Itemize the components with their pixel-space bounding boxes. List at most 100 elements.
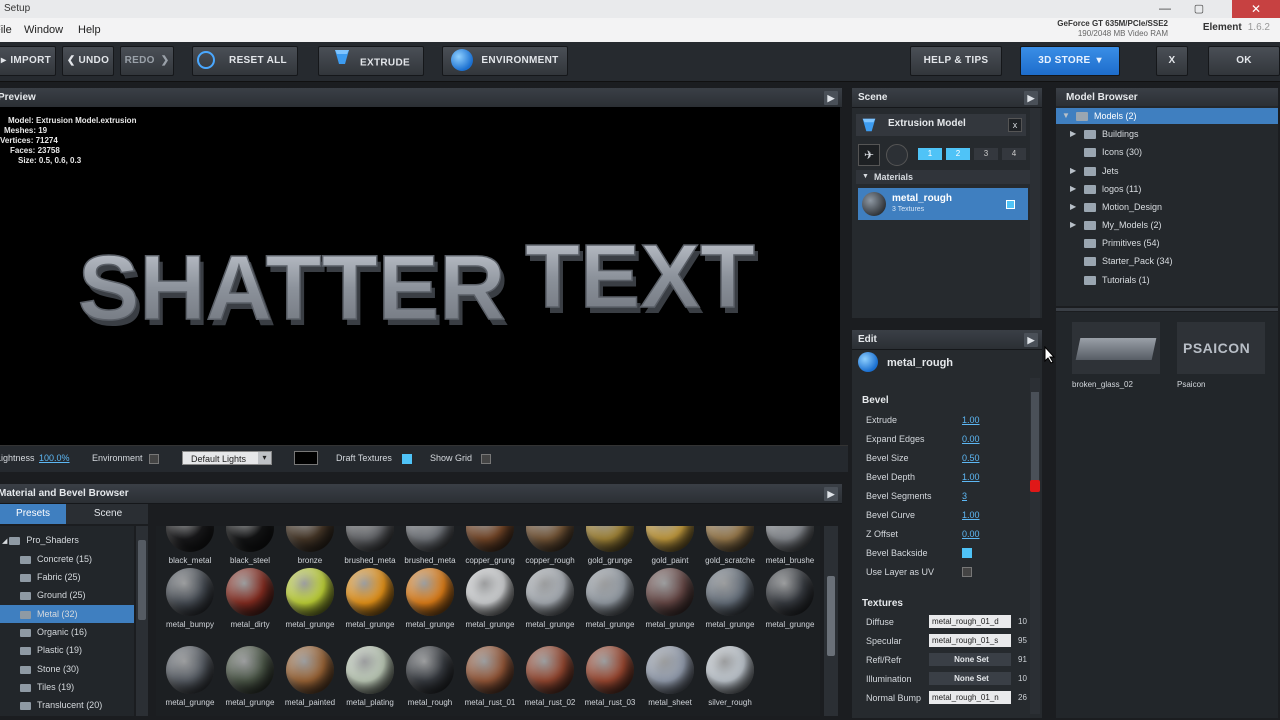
bevel-backside-checkbox[interactable] <box>962 548 972 558</box>
store-button[interactable]: 3D STORE ▾ <box>1020 46 1120 76</box>
material-swatch[interactable]: black_metal <box>160 526 220 574</box>
texture-refl-field[interactable]: None Set <box>929 653 1011 666</box>
prop-z-offset-value[interactable]: 0.00 <box>962 529 980 539</box>
expand-arrow-icon[interactable]: ▶ <box>1024 333 1038 347</box>
menu-file[interactable]: File <box>0 18 12 42</box>
window-close-button[interactable]: ✕ <box>1232 0 1280 18</box>
model-folder[interactable]: Starter_Pack (34) <box>1084 256 1173 267</box>
gear-icon[interactable] <box>886 144 908 166</box>
remove-model-button[interactable]: x <box>1008 118 1022 132</box>
material-swatch[interactable]: metal_grunge <box>340 568 400 638</box>
group-3-button[interactable]: 3 <box>974 148 998 160</box>
model-thumb-psaicon[interactable]: PSAICON <box>1177 322 1265 374</box>
import-button[interactable]: ▸ IMPORT <box>0 46 56 76</box>
material-row-selected[interactable]: metal_rough 3 Textures <box>858 188 1028 220</box>
undo-button[interactable]: ❮ UNDO <box>62 46 114 76</box>
folder-item[interactable]: Organic (16) <box>0 623 134 641</box>
expand-arrow-icon[interactable]: ▶ <box>824 91 838 105</box>
texture-diffuse-amount[interactable]: 10 <box>1018 617 1028 626</box>
model-folder[interactable]: Icons (30) <box>1084 147 1142 158</box>
model-folder[interactable]: Primitives (54) <box>1084 238 1160 249</box>
expand-arrow-icon[interactable]: ▶ <box>1024 91 1038 105</box>
material-swatch[interactable]: black_steel <box>220 526 280 574</box>
folder-item[interactable]: Concrete (15) <box>0 550 134 568</box>
material-swatch[interactable]: metal_rough <box>400 646 460 716</box>
folder-item[interactable]: Plastic (19) <box>0 641 134 659</box>
model-mode-button[interactable]: ✈ <box>858 144 880 166</box>
material-swatch[interactable]: metal_rust_01 <box>460 646 520 716</box>
texture-normal-field[interactable]: metal_rough_01_n <box>929 691 1011 704</box>
model-folder[interactable]: Jets <box>1084 166 1119 177</box>
scene-model-row[interactable]: Extrusion Model x <box>856 114 1026 136</box>
lights-select[interactable]: Default Lights ▾ <box>182 451 272 465</box>
material-swatch[interactable]: bronze <box>280 526 340 574</box>
tree-scrollbar[interactable] <box>136 526 148 716</box>
materials-section[interactable]: ▼ Materials <box>856 170 1030 184</box>
background-color-swatch[interactable] <box>294 451 318 465</box>
prop-bevel-depth-value[interactable]: 1.00 <box>962 472 980 482</box>
help-tips-button[interactable]: HELP & TIPS <box>910 46 1002 76</box>
redo-button[interactable]: REDO ❯ <box>120 46 174 76</box>
edit-scrollbar[interactable] <box>1030 378 1040 714</box>
material-swatch[interactable]: brushed_meta <box>400 526 460 574</box>
material-swatch[interactable]: metal_grunge <box>160 646 220 716</box>
folder-item[interactable]: Ground (25) <box>0 586 134 604</box>
tree-root[interactable]: ◢ Pro_Shaders <box>0 531 134 549</box>
folder-item[interactable]: Translucent (20) <box>0 696 134 714</box>
texture-specular-field[interactable]: metal_rough_01_s <box>929 634 1011 647</box>
model-folder[interactable]: My_Models (2) <box>1084 220 1162 231</box>
material-swatch[interactable]: metal_grunge <box>520 568 580 638</box>
material-swatch[interactable]: metal_grunge <box>760 568 820 638</box>
environment-checkbox[interactable] <box>149 454 159 464</box>
texture-illumination-field[interactable]: None Set <box>929 672 1011 685</box>
use-layer-uv-checkbox[interactable] <box>962 567 972 577</box>
reset-all-button[interactable]: RESET ALL <box>192 46 298 76</box>
preview-viewport[interactable]: SHATTER SHATTER TEXT TEXT <box>0 107 840 445</box>
environment-button[interactable]: ENVIRONMENT <box>442 46 568 76</box>
group-4-button[interactable]: 4 <box>1002 148 1026 160</box>
material-swatch[interactable]: metal_grunge <box>460 568 520 638</box>
material-swatch[interactable]: gold_grunge <box>580 526 640 574</box>
material-swatch[interactable]: copper_grung <box>460 526 520 574</box>
prop-bevel-curve-value[interactable]: 1.00 <box>962 510 980 520</box>
menu-window[interactable]: Window <box>24 18 63 42</box>
material-swatch[interactable]: metal_grunge <box>640 568 700 638</box>
scrollbar-thumb[interactable] <box>827 576 835 656</box>
model-folder[interactable]: Buildings <box>1084 129 1139 140</box>
ok-button[interactable]: OK <box>1208 46 1280 76</box>
expand-arrow-icon[interactable]: ▶ <box>824 487 838 501</box>
material-swatch[interactable]: metal_dirty <box>220 568 280 638</box>
model-folder[interactable]: Motion_Design <box>1084 202 1162 213</box>
texture-normal-amount[interactable]: 26 <box>1018 693 1028 702</box>
prop-extrude-value[interactable]: 1.00 <box>962 415 980 425</box>
material-swatch[interactable]: metal_grunge <box>400 568 460 638</box>
folder-item[interactable]: Stone (30) <box>0 660 134 678</box>
menu-help[interactable]: Help <box>78 18 101 42</box>
group-2-button[interactable]: 2 <box>946 148 970 160</box>
extrude-button[interactable]: EXTRUDE <box>318 46 424 76</box>
material-swatch[interactable]: metal_grunge <box>700 568 760 638</box>
texture-refl-amount[interactable]: 91 <box>1018 655 1028 664</box>
maximize-button[interactable]: ▢ <box>1184 0 1214 18</box>
folder-item[interactable]: Fabric (25) <box>0 568 134 586</box>
material-swatch[interactable]: gold_paint <box>640 526 700 574</box>
material-swatch[interactable]: gold_scratche <box>700 526 760 574</box>
material-visible-checkbox[interactable] <box>1006 200 1015 209</box>
material-swatch[interactable]: silver_rough <box>700 646 760 716</box>
material-swatch[interactable]: metal_grunge <box>580 568 640 638</box>
model-folder[interactable]: logos (11) <box>1084 184 1141 195</box>
prop-expand-edges-value[interactable]: 0.00 <box>962 434 980 444</box>
texture-specular-amount[interactable]: 95 <box>1018 636 1028 645</box>
material-swatch[interactable]: metal_rust_02 <box>520 646 580 716</box>
scene-scrollbar[interactable] <box>1030 108 1040 318</box>
scrollbar-thumb[interactable] <box>1031 392 1039 482</box>
group-1-button[interactable]: 1 <box>918 148 942 160</box>
material-swatch[interactable]: metal_rust_03 <box>580 646 640 716</box>
folder-item[interactable]: Tiles (19) <box>0 678 134 696</box>
texture-diffuse-field[interactable]: metal_rough_01_d <box>929 615 1011 628</box>
model-folder[interactable]: Tutorials (1) <box>1084 275 1150 286</box>
model-thumb-broken-glass[interactable] <box>1072 322 1160 374</box>
texture-illumination-amount[interactable]: 10 <box>1018 674 1028 683</box>
material-swatch[interactable]: brushed_meta <box>340 526 400 574</box>
lightness-value[interactable]: 100.0% <box>39 453 70 463</box>
